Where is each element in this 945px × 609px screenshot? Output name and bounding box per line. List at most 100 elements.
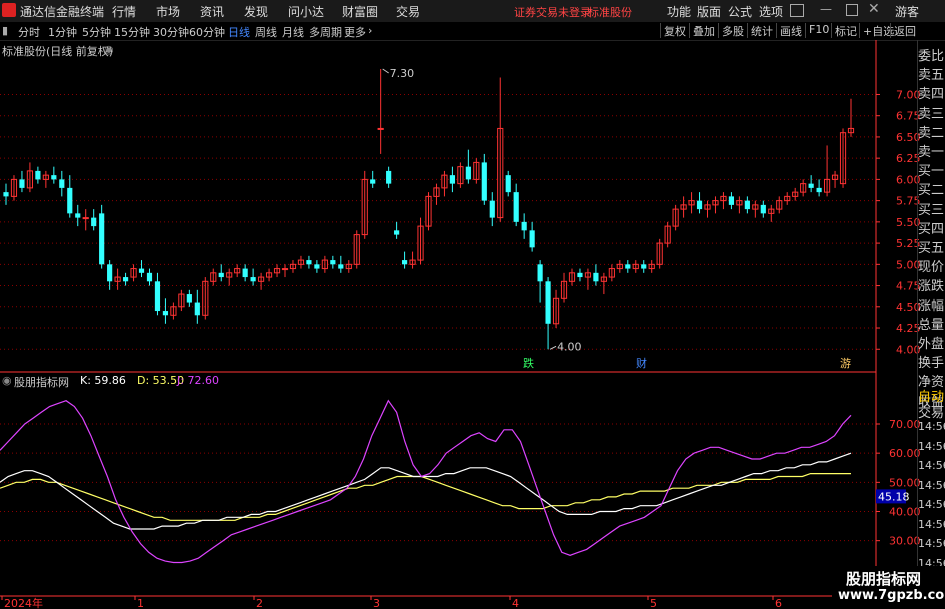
sidebar-item: 买二: [918, 183, 945, 199]
sidebar-item: 外盘: [918, 337, 945, 352]
statistics-button[interactable]: 统计: [747, 23, 773, 38]
menu-formula[interactable]: 公式: [728, 3, 752, 20]
sidebar-item: 涨跌: [918, 279, 945, 295]
kline-chart[interactable]: 4.004.254.504.755.005.255.505.756.006.25…: [0, 40, 945, 609]
login-status[interactable]: 证券交易未登录: [514, 4, 591, 20]
candle-body: [481, 162, 487, 201]
indicator-tick-label: 70.00: [889, 418, 921, 431]
candle-body: [242, 268, 248, 278]
candle-body: [194, 302, 200, 316]
more-arrow-icon[interactable]: ›: [368, 24, 372, 37]
indicator-tick-label: 30.00: [889, 535, 921, 548]
indicator-toggle-icon[interactable]: ◉: [2, 374, 12, 387]
menu-layout[interactable]: 版面: [697, 3, 721, 20]
main-chart-label: 标准股份(日线 前复权): [2, 45, 114, 58]
adjust-button[interactable]: 复权: [660, 23, 686, 38]
menu-news[interactable]: 资讯: [200, 3, 224, 20]
maximize-icon[interactable]: [846, 4, 858, 16]
period-intraday[interactable]: 分时: [18, 24, 40, 40]
period-30min[interactable]: 30分钟: [153, 24, 189, 40]
period-multi[interactable]: 多周期: [309, 24, 342, 40]
sidebar-item: 卖三: [918, 106, 945, 122]
time-tick-label: 3: [373, 597, 380, 609]
indicator-j-line: [0, 399, 852, 564]
period-1min[interactable]: 1分钟: [48, 24, 77, 40]
time-tick-label: 2024年: [4, 596, 43, 609]
sidebar-item[interactable]: 交易: [918, 402, 945, 421]
period-monthly[interactable]: 月线: [282, 24, 304, 40]
candle-body: [35, 170, 41, 180]
menu-wealth[interactable]: 财富圈: [342, 3, 378, 20]
candle-body: [394, 230, 400, 235]
candle-body: [401, 260, 408, 265]
sidebar-item: 14:56: [918, 498, 945, 511]
candle-body: [465, 166, 471, 180]
add-watchlist-button[interactable]: +自选: [859, 23, 894, 38]
candle-body: [760, 204, 766, 214]
period-60min[interactable]: 60分钟: [189, 24, 225, 40]
main-chart-toggle-icon[interactable]: ◉: [104, 43, 114, 56]
guest-label[interactable]: 游客: [895, 3, 919, 20]
high-price-label: 7.30: [390, 67, 415, 80]
sidebar-item: 卖二: [918, 125, 945, 141]
candle-body: [91, 217, 97, 227]
candle-body: [386, 170, 392, 184]
watermark-url: www.7gpzb.com: [838, 588, 945, 603]
time-tick-label: 4: [512, 597, 519, 609]
menu-discover[interactable]: 发现: [244, 3, 268, 20]
sidebar-item: 14:56: [918, 420, 945, 433]
candle-body: [306, 260, 312, 265]
indicator-j-value: J: 72.60: [177, 374, 219, 387]
period-15min[interactable]: 15分钟: [114, 24, 150, 40]
event-marker: 财: [636, 356, 647, 370]
candle-body: [67, 187, 73, 214]
candle-body: [99, 213, 105, 265]
candle-body: [521, 221, 527, 231]
candle-body: [19, 179, 25, 188]
menu-options[interactable]: 选项: [759, 3, 783, 20]
menu-function[interactable]: 功能: [667, 3, 691, 20]
period-5min[interactable]: 5分钟: [82, 24, 111, 40]
sidebar-item: 14:56: [918, 459, 945, 472]
sidebar-item: 总量: [918, 317, 945, 333]
back-button[interactable]: 返回: [890, 23, 916, 38]
candle-body: [593, 272, 599, 282]
candle-body: [122, 277, 129, 282]
candle-body: [162, 311, 169, 316]
time-tick-label: 5: [650, 597, 657, 609]
candle-body: [154, 281, 161, 312]
multi-stock-button[interactable]: 多股: [718, 23, 744, 38]
draw-line-button[interactable]: 画线: [776, 23, 802, 38]
current-stock-name: 标准股份: [588, 6, 632, 19]
candle-body: [138, 268, 145, 273]
overlay-button[interactable]: 叠加: [689, 23, 715, 38]
period-weekly[interactable]: 周线: [255, 24, 277, 40]
sidebar-item: 买一: [918, 164, 945, 180]
period-more[interactable]: 更多: [344, 24, 366, 40]
menu-market[interactable]: 市场: [156, 3, 180, 20]
indicator-d-line: [0, 473, 851, 521]
mark-button[interactable]: 标记: [831, 23, 857, 38]
candle-body: [59, 179, 65, 188]
indicator-k-line: [0, 452, 852, 530]
menu-trade[interactable]: 交易: [396, 3, 420, 20]
close-icon[interactable]: ✕: [868, 1, 880, 17]
candle-body: [338, 264, 344, 269]
watermark: 股朋指标网 www.7gpzb.com: [832, 566, 945, 609]
period-daily[interactable]: 日线: [228, 24, 250, 40]
indicator-name: 股朋指标网: [14, 376, 69, 389]
sidebar-item: 卖五: [918, 68, 945, 84]
candle-body: [513, 192, 519, 222]
menu-ask[interactable]: 问小达: [288, 3, 324, 20]
f10-button[interactable]: F10: [805, 23, 829, 38]
window-icon[interactable]: [790, 4, 804, 17]
candle-body: [218, 272, 224, 278]
minimize-icon[interactable]: —: [820, 2, 832, 16]
bars-icon[interactable]: ▮: [2, 24, 8, 37]
period-toolbar: ▮ 分时 1分钟 5分钟 15分钟 30分钟 60分钟 日线 周线 月线 多周期…: [0, 22, 945, 41]
sidebar-item: 卖四: [918, 87, 945, 103]
menu-quotes[interactable]: 行情: [112, 3, 136, 20]
candle-body: [816, 187, 822, 193]
candle-body: [696, 200, 703, 210]
candle-body: [744, 200, 750, 210]
